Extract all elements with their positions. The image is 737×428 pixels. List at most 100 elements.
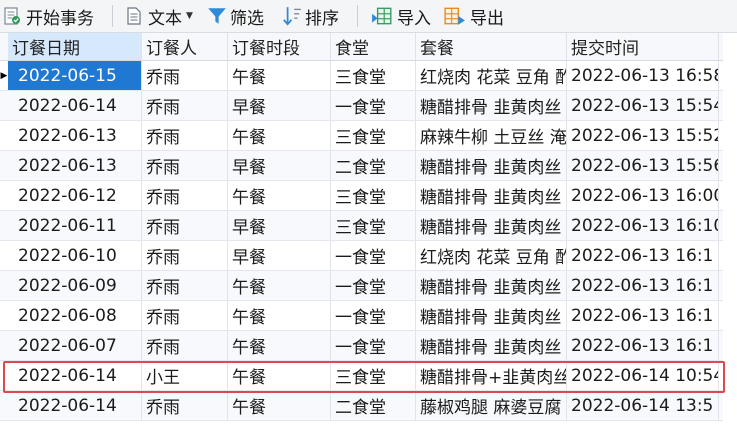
cell-meal-period[interactable]: 午餐 [228, 331, 331, 360]
column-header-canteen[interactable]: 食堂 [331, 33, 416, 60]
cell-set-meal[interactable]: 藤椒鸡腿 麻婆豆腐 [416, 391, 567, 420]
cell-canteen[interactable]: 一食堂 [331, 91, 416, 120]
sort-button[interactable]: 排序 [281, 2, 339, 30]
table-row[interactable]: 2022-06-14 乔雨 午餐 二食堂 藤椒鸡腿 麻婆豆腐 2022-06-14 13:… [0, 391, 737, 421]
cell-set-meal[interactable]: 糖醋排骨 韭黄肉丝 [416, 301, 567, 330]
cell-canteen[interactable]: 二食堂 [331, 391, 416, 420]
cell-set-meal[interactable]: 糖醋排骨 韭黄肉丝 [416, 181, 567, 210]
cell-canteen[interactable]: 三食堂 [331, 211, 416, 240]
cell-orderer[interactable]: 乔雨 [142, 121, 228, 150]
table-row[interactable]: 2022-06-14 小王 午餐 三食堂 糖醋排骨+韭黄肉丝 2022-06-14 10:… [0, 361, 737, 391]
cell-orderer[interactable]: 乔雨 [142, 301, 228, 330]
column-header-meal-period[interactable]: 订餐时段 [228, 33, 331, 60]
cell-order-date[interactable]: 2022-06-13 [8, 151, 142, 180]
cell-submit-time[interactable]: 2022-06-13 16:58 [567, 61, 719, 90]
cell-meal-period[interactable]: 早餐 [228, 151, 331, 180]
cell-canteen[interactable]: 一食堂 [331, 301, 416, 330]
table-row[interactable]: ▶ 2022-06-15 乔雨 午餐 三食堂 红烧肉 花菜 豆角 酢 2022-06-13 … [0, 61, 737, 91]
cell-meal-period[interactable]: 午餐 [228, 121, 331, 150]
cell-submit-time[interactable]: 2022-06-13 16:10 [567, 211, 719, 240]
cell-meal-period[interactable]: 午餐 [228, 271, 331, 300]
cell-set-meal[interactable]: 红烧肉 花菜 豆角 酢 [416, 241, 567, 270]
cell-submit-time[interactable]: 2022-06-13 16:1 [567, 271, 719, 300]
cell-meal-period[interactable]: 午餐 [228, 181, 331, 210]
cell-meal-period[interactable]: 午餐 [228, 301, 331, 330]
cell-meal-period[interactable]: 早餐 [228, 241, 331, 270]
table-row[interactable]: 2022-06-13 乔雨 早餐 二食堂 糖醋排骨 韭黄肉丝 2022-06-13 15:… [0, 151, 737, 181]
table-row[interactable]: 2022-06-14 乔雨 早餐 一食堂 糖醋排骨 韭黄肉丝 2022-06-13 15:… [0, 91, 737, 121]
column-header-submit-time[interactable]: 提交时间 [567, 33, 719, 60]
cell-submit-time[interactable]: 2022-06-13 16:1 [567, 241, 719, 270]
table-row[interactable]: 2022-06-11 乔雨 早餐 三食堂 糖醋排骨 韭黄肉丝 2022-06-13 16:… [0, 211, 737, 241]
cell-submit-time[interactable]: 2022-06-13 15:56 [567, 151, 719, 180]
cell-meal-period[interactable]: 午餐 [228, 361, 331, 390]
cell-canteen[interactable]: 三食堂 [331, 181, 416, 210]
cell-set-meal[interactable]: 糖醋排骨 韭黄肉丝 [416, 271, 567, 300]
cell-submit-time[interactable]: 2022-06-14 10:54 [567, 361, 719, 390]
text-view-button[interactable]: 文本 ▼ [124, 2, 193, 30]
cell-submit-time[interactable]: 2022-06-13 15:52 [567, 121, 719, 150]
cell-order-date[interactable]: 2022-06-13 [8, 121, 142, 150]
cell-canteen[interactable]: 三食堂 [331, 61, 416, 90]
cell-submit-time[interactable]: 2022-06-13 16:00 [567, 181, 719, 210]
cell-orderer[interactable]: 乔雨 [142, 181, 228, 210]
cell-submit-time[interactable]: 2022-06-13 15:54 [567, 91, 719, 120]
cell-orderer[interactable]: 小王 [142, 361, 228, 390]
cell-orderer[interactable]: 乔雨 [142, 331, 228, 360]
toolbar-divider [112, 5, 113, 27]
cell-submit-time[interactable]: 2022-06-13 16:1 [567, 301, 719, 330]
vertical-scrollbar-track[interactable] [723, 33, 737, 428]
table-row[interactable]: 2022-06-07 乔雨 午餐 一食堂 糖醋排骨 韭黄肉丝 2022-06-13 16:… [0, 331, 737, 361]
cell-canteen[interactable]: 一食堂 [331, 241, 416, 270]
cell-orderer[interactable]: 乔雨 [142, 91, 228, 120]
column-header-set-meal[interactable]: 套餐 [416, 33, 567, 60]
export-button[interactable]: 导出 [443, 2, 504, 30]
cell-orderer[interactable]: 乔雨 [142, 61, 228, 90]
cell-canteen[interactable]: 一食堂 [331, 271, 416, 300]
cell-order-date[interactable]: 2022-06-07 [8, 331, 142, 360]
cell-order-date[interactable]: 2022-06-15 [8, 61, 142, 90]
sort-icon [283, 7, 301, 26]
begin-transaction-button[interactable]: 开始事务 [2, 2, 94, 30]
cell-order-date[interactable]: 2022-06-14 [8, 91, 142, 120]
cell-set-meal[interactable]: 糖醋排骨 韭黄肉丝 [416, 91, 567, 120]
filter-button[interactable]: 筛选 [206, 2, 264, 30]
cell-submit-time[interactable]: 2022-06-14 13:5 [567, 391, 719, 420]
cell-orderer[interactable]: 乔雨 [142, 241, 228, 270]
cell-set-meal[interactable]: 糖醋排骨 韭黄肉丝 [416, 211, 567, 240]
cell-canteen[interactable]: 一食堂 [331, 331, 416, 360]
cell-order-date[interactable]: 2022-06-10 [8, 241, 142, 270]
column-header-orderer[interactable]: 订餐人 [142, 33, 228, 60]
cell-set-meal[interactable]: 糖醋排骨 韭黄肉丝 [416, 331, 567, 360]
table-row[interactable]: 2022-06-09 乔雨 午餐 一食堂 糖醋排骨 韭黄肉丝 2022-06-13 16:… [0, 271, 737, 301]
table-row[interactable]: 2022-06-08 乔雨 午餐 一食堂 糖醋排骨 韭黄肉丝 2022-06-13 16:… [0, 301, 737, 331]
cell-orderer[interactable]: 乔雨 [142, 151, 228, 180]
cell-meal-period[interactable]: 早餐 [228, 211, 331, 240]
cell-set-meal[interactable]: 糖醋排骨 韭黄肉丝 [416, 151, 567, 180]
table-row[interactable]: 2022-06-12 乔雨 午餐 三食堂 糖醋排骨 韭黄肉丝 2022-06-13 16:… [0, 181, 737, 211]
cell-order-date[interactable]: 2022-06-08 [8, 301, 142, 330]
cell-canteen[interactable]: 三食堂 [331, 361, 416, 390]
cell-set-meal[interactable]: 麻辣牛柳 土豆丝 淹 [416, 121, 567, 150]
cell-orderer[interactable]: 乔雨 [142, 211, 228, 240]
cell-canteen[interactable]: 二食堂 [331, 151, 416, 180]
table-row[interactable]: 2022-06-13 乔雨 午餐 三食堂 麻辣牛柳 土豆丝 淹 2022-06-13 15… [0, 121, 737, 151]
chevron-down-icon[interactable]: ▼ [186, 11, 193, 21]
cell-set-meal[interactable]: 红烧肉 花菜 豆角 酢 [416, 61, 567, 90]
table-row[interactable]: 2022-06-10 乔雨 早餐 一食堂 红烧肉 花菜 豆角 酢 2022-06-13 1… [0, 241, 737, 271]
cell-order-date[interactable]: 2022-06-14 [8, 361, 142, 390]
cell-canteen[interactable]: 三食堂 [331, 121, 416, 150]
column-header-order-date[interactable]: 订餐日期 [8, 33, 142, 60]
cell-submit-time[interactable]: 2022-06-13 16:1 [567, 331, 719, 360]
cell-order-date[interactable]: 2022-06-12 [8, 181, 142, 210]
cell-set-meal[interactable]: 糖醋排骨+韭黄肉丝 [416, 361, 567, 390]
cell-orderer[interactable]: 乔雨 [142, 271, 228, 300]
cell-order-date[interactable]: 2022-06-14 [8, 391, 142, 420]
cell-meal-period[interactable]: 午餐 [228, 391, 331, 420]
cell-orderer[interactable]: 乔雨 [142, 391, 228, 420]
cell-order-date[interactable]: 2022-06-11 [8, 211, 142, 240]
cell-order-date[interactable]: 2022-06-09 [8, 271, 142, 300]
cell-meal-period[interactable]: 午餐 [228, 61, 331, 90]
import-button[interactable]: 导入 [370, 2, 431, 30]
cell-meal-period[interactable]: 早餐 [228, 91, 331, 120]
